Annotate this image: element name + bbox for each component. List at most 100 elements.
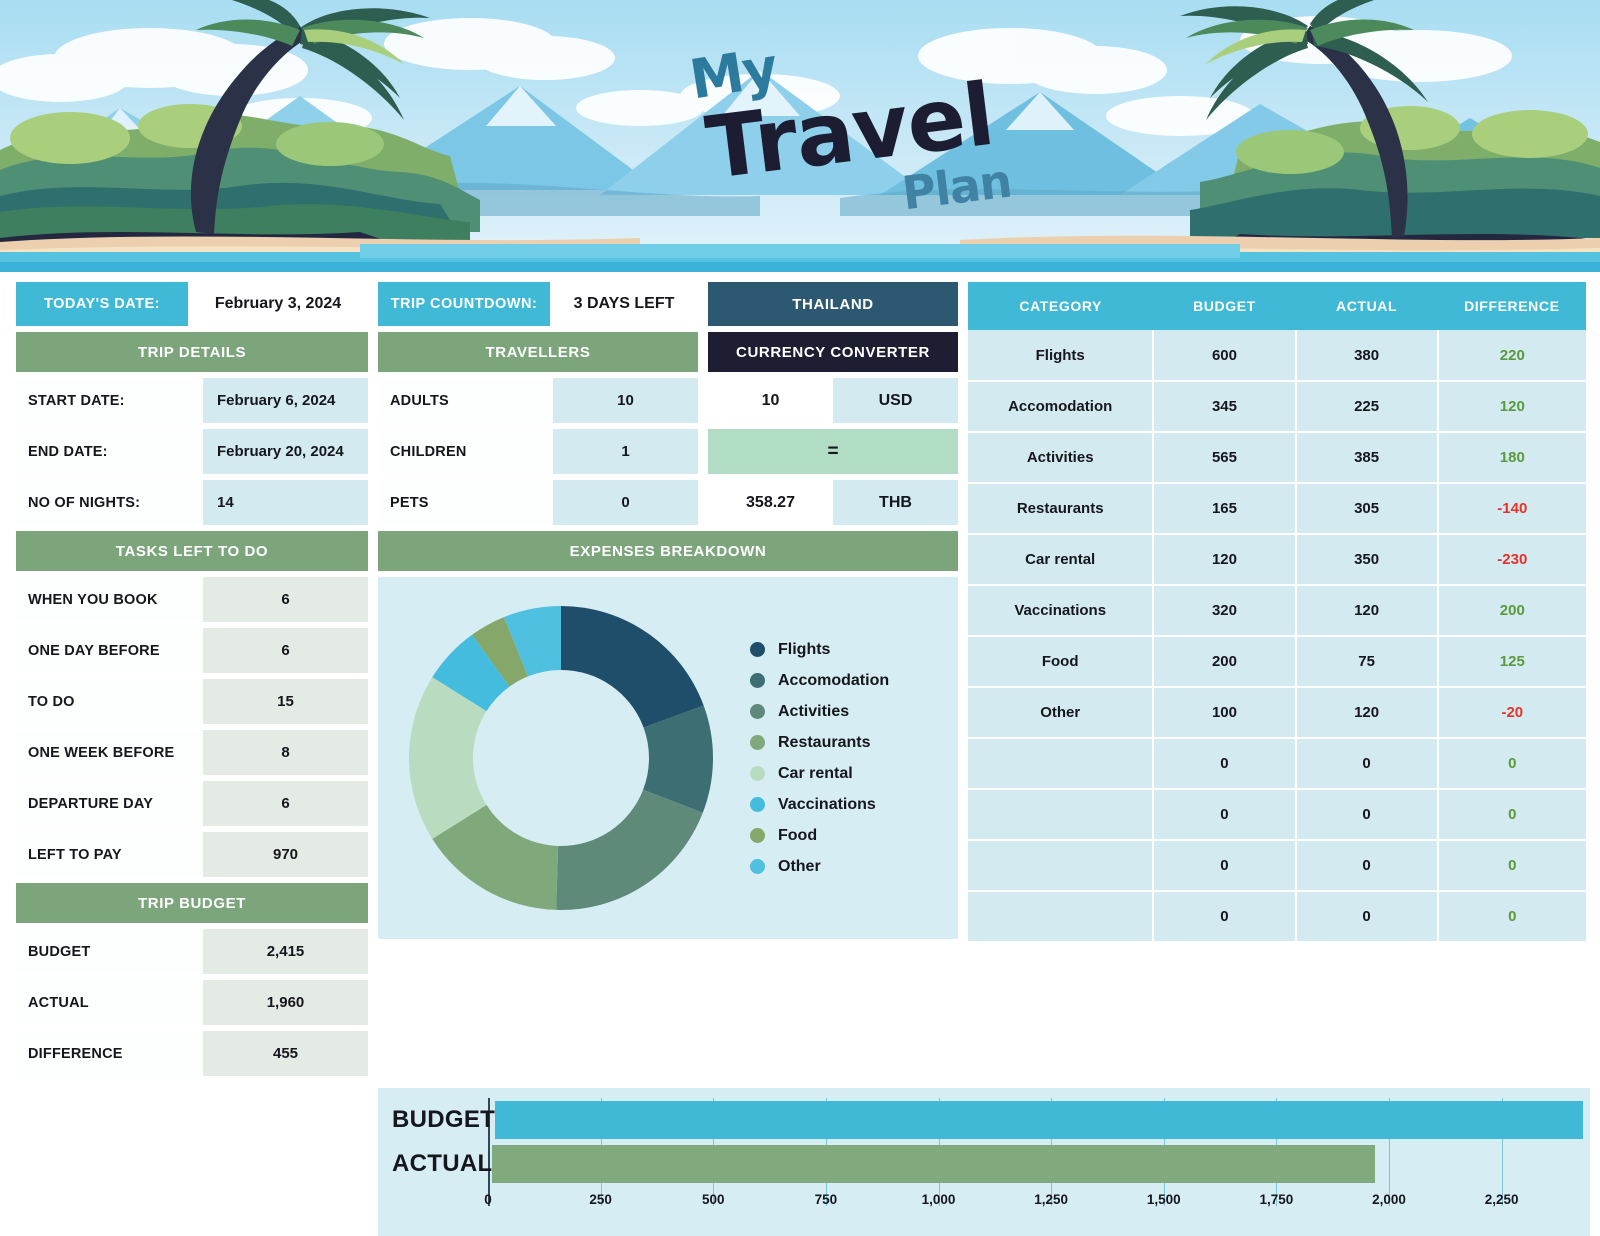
axis-tick-label: 1,750 [1259,1192,1294,1207]
cell-category[interactable] [968,738,1155,790]
cell-actual[interactable]: 380 [1295,330,1439,382]
cell-category[interactable]: Vaccinations [968,585,1155,637]
task-value[interactable]: 8 [203,730,368,775]
cell-actual[interactable]: 350 [1295,534,1439,586]
bar-label-actual: ACTUAL [392,1150,493,1177]
cell-actual[interactable]: 225 [1295,381,1439,433]
cell-budget[interactable]: 120 [1153,534,1297,586]
legend-swatch-icon [750,828,765,843]
traveller-row: PETS 0 [378,480,698,525]
cell-budget[interactable]: 0 [1153,891,1297,943]
task-row: WHEN YOU BOOK 6 [16,577,368,622]
table-row: Accomodation 345 225 120 [968,381,1586,433]
cell-actual[interactable]: 75 [1295,636,1439,688]
cell-category[interactable]: Other [968,687,1155,739]
end-date-value[interactable]: February 20, 2024 [203,429,368,474]
cell-category[interactable]: Food [968,636,1155,688]
no-of-nights-label: NO OF NIGHTS: [16,480,203,525]
cell-difference: -230 [1437,534,1586,586]
legend-swatch-icon [750,642,765,657]
table-row: 000 [968,891,1586,943]
task-row: ONE WEEK BEFORE 8 [16,730,368,775]
cell-budget[interactable]: 600 [1153,330,1297,382]
cell-actual[interactable]: 0 [1295,840,1439,892]
cell-category[interactable] [968,891,1155,943]
cell-actual[interactable]: 305 [1295,483,1439,535]
cell-budget[interactable]: 565 [1153,432,1297,484]
adults-value[interactable]: 10 [553,378,698,423]
todays-date-value[interactable]: February 3, 2024 [188,282,368,326]
difference-value[interactable]: 455 [203,1031,368,1076]
cell-actual[interactable]: 0 [1295,738,1439,790]
currency-equals: = [708,429,958,474]
cell-actual[interactable]: 120 [1295,687,1439,739]
bar-row-budget: BUDGET [392,1098,1584,1142]
cell-actual[interactable]: 0 [1295,789,1439,841]
donut-chart-svg [409,606,713,910]
cell-budget[interactable]: 200 [1153,636,1297,688]
actual-value[interactable]: 1,960 [203,980,368,1025]
cell-actual[interactable]: 385 [1295,432,1439,484]
legend-swatch-icon [750,766,765,781]
axis-tick-label: 0 [484,1192,492,1207]
task-row: ONE DAY BEFORE 6 [16,628,368,673]
bar-track-budget [495,1098,1584,1142]
legend-item: Accomodation [750,665,940,696]
expenses-donut-panel: Flights Accomodation Activities Restaurants… [378,577,958,939]
pets-value[interactable]: 0 [553,480,698,525]
cell-actual[interactable]: 0 [1295,891,1439,943]
cell-budget[interactable]: 0 [1153,738,1297,790]
cell-category[interactable]: Car rental [968,534,1155,586]
cell-budget[interactable]: 100 [1153,687,1297,739]
col-actual: ACTUAL [1295,282,1438,330]
children-value[interactable]: 1 [553,429,698,474]
table-row: Car rental 120 350 -230 [968,534,1586,586]
legend-label: Car rental [778,764,853,782]
cell-category[interactable]: Restaurants [968,483,1155,535]
currency-from-code[interactable]: USD [833,378,958,423]
table-row: Flights 600 380 220 [968,330,1586,382]
currency-to-code[interactable]: THB [833,480,958,525]
trip-budget-header: TRIP BUDGET [16,883,368,923]
cell-difference: 0 [1437,891,1586,943]
no-of-nights-value[interactable]: 14 [203,480,368,525]
legend-item: Activities [750,696,940,727]
task-value[interactable]: 15 [203,679,368,724]
cell-budget[interactable]: 345 [1153,381,1297,433]
cell-category[interactable] [968,789,1155,841]
cell-category[interactable]: Accomodation [968,381,1155,433]
expenses-breakdown-header: EXPENSES BREAKDOWN [378,531,958,571]
budget-value[interactable]: 2,415 [203,929,368,974]
axis-tick-label: 2,250 [1484,1192,1519,1207]
cell-category[interactable]: Flights [968,330,1155,382]
legend-label: Activities [778,702,850,720]
cell-category[interactable]: Activities [968,432,1155,484]
currency-to-row: 358.27 THB [708,480,958,525]
task-value[interactable]: 6 [203,628,368,673]
traveller-row: CHILDREN 1 [378,429,698,474]
cell-budget[interactable]: 0 [1153,840,1297,892]
cell-category[interactable] [968,840,1155,892]
cell-budget[interactable]: 0 [1153,789,1297,841]
cell-difference: 0 [1437,840,1586,892]
task-label: ONE WEEK BEFORE [16,730,203,775]
task-value[interactable]: 970 [203,832,368,877]
budget-row: BUDGET 2,415 [16,929,368,974]
cell-budget[interactable]: 165 [1153,483,1297,535]
task-label: TO DO [16,679,203,724]
task-label: LEFT TO PAY [16,832,203,877]
cell-budget[interactable]: 320 [1153,585,1297,637]
start-date-value[interactable]: February 6, 2024 [203,378,368,423]
currency-from-amount[interactable]: 10 [708,378,833,423]
currency-converter-header: CURRENCY CONVERTER [708,332,958,372]
task-value[interactable]: 6 [203,781,368,826]
currency-to-amount: 358.27 [708,480,833,525]
middle-column: TRIP COUNTDOWN: 3 DAYS LEFT TRAVELLERS A… [378,282,958,1082]
cell-difference: 0 [1437,738,1586,790]
task-value[interactable]: 6 [203,577,368,622]
bar-fill-actual [492,1145,1376,1183]
left-column: TODAY'S DATE: February 3, 2024 TRIP DETA… [16,282,368,1082]
trip-detail-row: START DATE: February 6, 2024 [16,378,368,423]
cell-actual[interactable]: 120 [1295,585,1439,637]
legend-item: Flights [750,634,940,665]
